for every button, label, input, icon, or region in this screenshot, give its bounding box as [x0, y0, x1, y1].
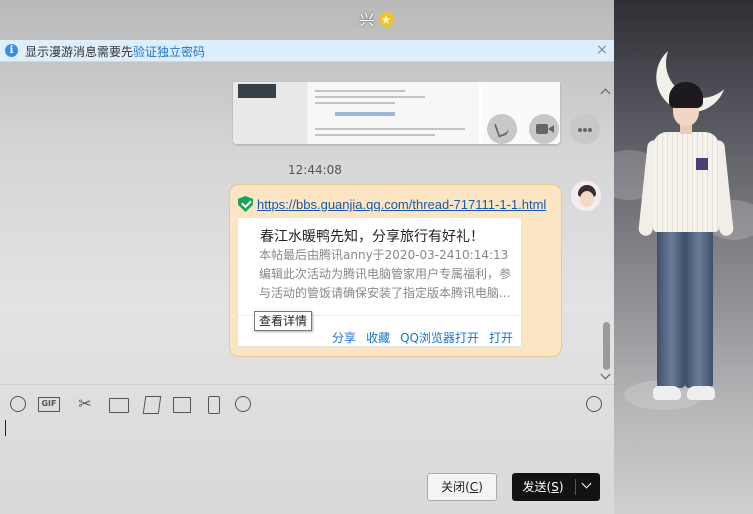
send-button-suffix: ): [558, 480, 564, 494]
share-action[interactable]: 分享: [332, 331, 356, 345]
open-in-qq-browser-action[interactable]: QQ浏览器打开: [400, 331, 479, 345]
open-action[interactable]: 打开: [489, 331, 513, 345]
send-button-label: 发送(: [522, 480, 552, 494]
scrollbar-thumb[interactable]: [603, 322, 610, 370]
image-icon[interactable]: [171, 394, 191, 414]
message-timestamp: 12:44:08: [288, 163, 342, 177]
text-cursor: [5, 420, 6, 436]
phone-call-icon[interactable]: [487, 114, 517, 144]
window-title: 兴: [359, 11, 375, 29]
notice-text: 显示漫游消息需要先验证独立密码: [25, 43, 205, 60]
shake-icon[interactable]: [203, 394, 223, 414]
gif-icon[interactable]: [38, 394, 64, 414]
link-preview-card[interactable]: 春江水暖鸭先知，分享旅行有好礼！ 本帖最后由腾讯anny于2020-03-241…: [237, 217, 522, 347]
card-actions: 分享 收藏 QQ浏览器打开 打开: [322, 329, 513, 346]
avatar-character: [638, 82, 734, 417]
scroll-up-icon[interactable]: [599, 87, 611, 95]
link-message-bubble[interactable]: https://bbs.guanjia.qq.com/thread-717111…: [229, 184, 562, 357]
more-options-icon[interactable]: [570, 114, 600, 144]
image-thumb-left: [233, 82, 308, 144]
picture-card-icon[interactable]: [141, 394, 161, 414]
notice-message: 显示漫游消息需要先: [25, 45, 134, 59]
screenshot-scissors-icon[interactable]: [75, 394, 95, 414]
view-details-tooltip: 查看详情: [254, 311, 313, 331]
crown-badge-icon: [378, 12, 394, 27]
send-divider: [575, 479, 576, 495]
message-url-link[interactable]: https://bbs.guanjia.qq.com/thread-717111…: [257, 197, 546, 212]
video-call-icon[interactable]: [529, 114, 559, 144]
card-title: 春江水暖鸭先知，分享旅行有好礼！: [260, 229, 484, 245]
info-icon: i: [5, 44, 18, 57]
close-notice-icon[interactable]: ×: [595, 42, 609, 58]
history-clock-icon[interactable]: [584, 394, 604, 414]
favorite-action[interactable]: 收藏: [366, 331, 390, 345]
send-accelerator: S: [551, 480, 559, 494]
folder-icon[interactable]: [108, 394, 129, 414]
message-area[interactable]: 12:44:08 https://bbs.guanjia.qq.com/thre…: [0, 62, 614, 384]
avatar-show-panel: [614, 0, 753, 514]
more-icon[interactable]: [233, 394, 253, 414]
send-button[interactable]: 发送(S): [512, 473, 600, 501]
emoji-icon[interactable]: [8, 394, 28, 414]
avatar[interactable]: [570, 180, 602, 212]
image-thumb-document: [309, 82, 479, 144]
close-button-suffix: ): [478, 480, 483, 494]
close-button[interactable]: 关闭(C): [427, 473, 497, 501]
card-body: 本帖最后由腾讯anny于2020-03-2410:14:13编辑此次活动为腾讯电…: [259, 248, 512, 300]
safe-shield-icon: [238, 196, 253, 212]
scroll-down-icon[interactable]: [599, 371, 611, 379]
close-button-label: 关闭(: [441, 480, 470, 494]
roaming-notice-bar: i 显示漫游消息需要先验证独立密码 ×: [0, 40, 614, 62]
send-button-label-wrap: 发送(S): [512, 473, 574, 501]
close-accelerator: C: [469, 480, 479, 494]
verify-password-link[interactable]: 验证独立密码: [133, 45, 205, 59]
input-toolbar: [0, 384, 614, 420]
send-options-chevron-icon[interactable]: [581, 478, 592, 489]
message-input[interactable]: 关闭(C) 发送(S): [0, 420, 614, 514]
